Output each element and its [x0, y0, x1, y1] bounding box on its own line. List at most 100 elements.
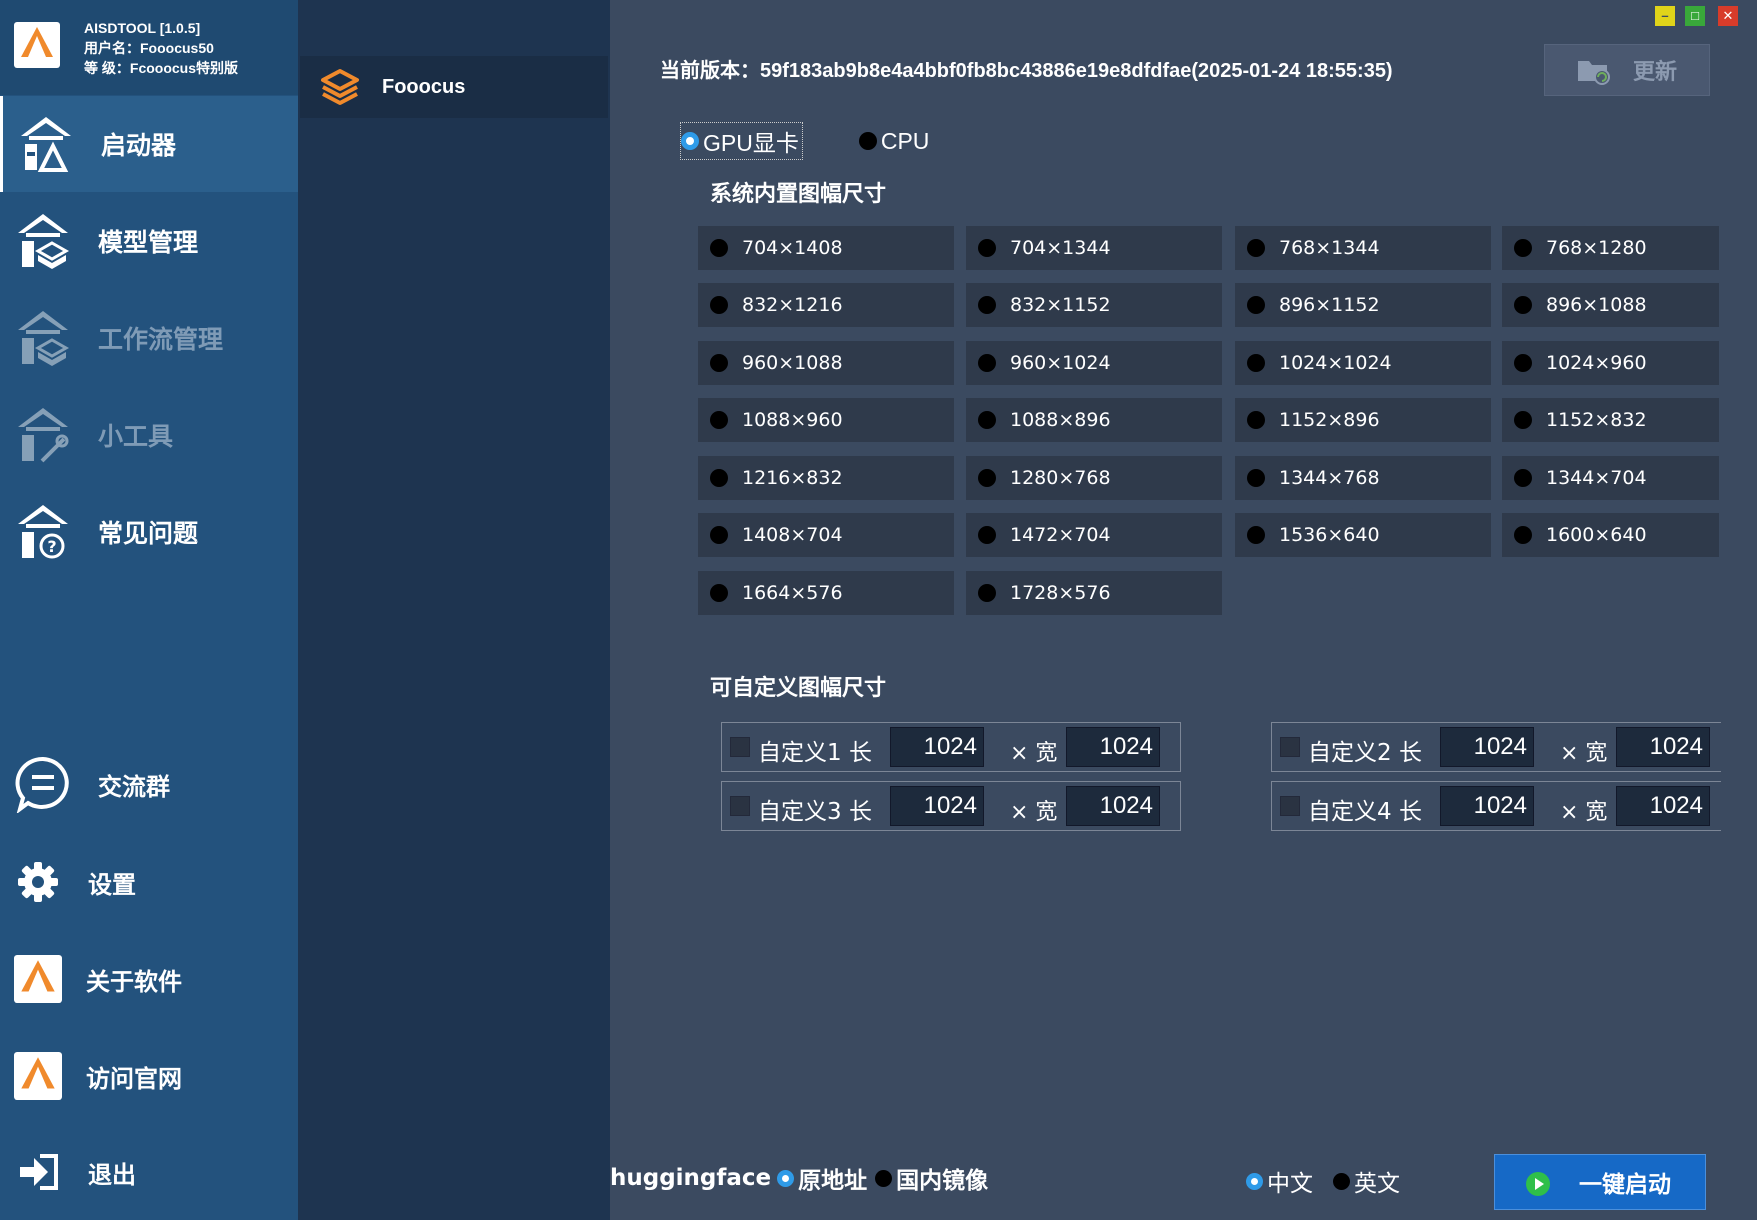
chinese-radio[interactable]: 中文	[1246, 1164, 1313, 1198]
radio-icon	[710, 584, 728, 602]
app-logo-icon	[14, 955, 62, 1003]
mirror-source-radio[interactable]: 国内镜像	[875, 1161, 988, 1195]
update-button[interactable]: 更新	[1544, 44, 1710, 96]
size-option-label: 1664×576	[742, 582, 843, 604]
length-input[interactable]: 1024	[1440, 727, 1534, 767]
size-option[interactable]: 704×1408	[698, 226, 954, 270]
size-option[interactable]: 896×1088	[1502, 283, 1719, 327]
size-option-label: 1344×704	[1546, 467, 1647, 489]
size-option[interactable]: 1600×640	[1502, 513, 1719, 557]
custom-size-3: 自定义3 长 1024 × 宽 1024	[721, 781, 1181, 831]
length-input[interactable]: 1024	[890, 727, 984, 767]
chat-icon	[15, 756, 69, 813]
custom-size-checkbox[interactable]	[1280, 737, 1300, 757]
radio-icon	[1514, 354, 1532, 372]
custom-size-checkbox[interactable]	[730, 737, 750, 757]
size-option[interactable]: 832×1152	[966, 283, 1222, 327]
size-option[interactable]: 1152×896	[1235, 398, 1491, 442]
size-option[interactable]: 832×1216	[698, 283, 954, 327]
cpu-radio[interactable]: CPU	[858, 128, 929, 155]
length-input[interactable]: 1024	[890, 786, 984, 826]
update-label: 更新	[1633, 59, 1678, 84]
size-option-label: 768×1344	[1279, 237, 1380, 259]
sidebar-item-label: 关于软件	[86, 967, 182, 996]
size-option[interactable]: 1344×768	[1235, 456, 1491, 500]
app-logo-icon	[14, 22, 60, 68]
size-option[interactable]: 1088×960	[698, 398, 954, 442]
custom-size-checkbox[interactable]	[1280, 796, 1300, 816]
radio-icon	[710, 354, 728, 372]
size-option[interactable]: 1280×768	[966, 456, 1222, 500]
radio-icon	[710, 239, 728, 257]
sidebar-item-label: 启动器	[101, 131, 177, 160]
sidebar-item-label: 工作流管理	[98, 325, 224, 354]
sidebar-item-settings[interactable]: 设置	[0, 842, 298, 922]
app-title: AISDTOOL [1.0.5]	[84, 20, 201, 36]
size-option-label: 1344×768	[1279, 467, 1380, 489]
sidebar-item-website[interactable]: 访问官网	[0, 1036, 298, 1116]
size-option[interactable]: 768×1280	[1502, 226, 1719, 270]
size-option[interactable]: 768×1344	[1235, 226, 1491, 270]
sidebar-item-model-manage[interactable]: 模型管理	[0, 193, 298, 289]
sidebar-item-tools[interactable]: 小工具	[0, 387, 298, 483]
sidebar: AISDTOOL [1.0.5] 用户名：Fooocus50 等 级：Fcooo…	[0, 0, 298, 1220]
width-input[interactable]: 1024	[1616, 786, 1710, 826]
size-option[interactable]: 1088×896	[966, 398, 1222, 442]
size-option[interactable]: 960×1024	[966, 341, 1222, 385]
app-item-fooocus[interactable]: Fooocus	[300, 56, 608, 118]
language-select: 中文 英文	[1246, 1164, 1400, 1198]
size-option[interactable]: 1216×832	[698, 456, 954, 500]
size-option[interactable]: 1536×640	[1235, 513, 1491, 557]
gpu-radio[interactable]: GPU显卡	[680, 122, 803, 160]
size-option[interactable]: 1024×1024	[1235, 341, 1491, 385]
custom-size-label: 自定义1 长	[758, 740, 872, 766]
maximize-button[interactable]: □	[1685, 6, 1705, 26]
size-option[interactable]: 896×1152	[1235, 283, 1491, 327]
size-option[interactable]: 1152×832	[1502, 398, 1719, 442]
english-radio[interactable]: 英文	[1333, 1164, 1400, 1198]
size-option[interactable]: 704×1344	[966, 226, 1222, 270]
sidebar-item-chat-group[interactable]: 交流群	[0, 744, 298, 824]
size-option[interactable]: 1472×704	[966, 513, 1222, 557]
width-input[interactable]: 1024	[1616, 727, 1710, 767]
size-option-label: 704×1408	[742, 237, 843, 259]
sidebar-item-workflow-manage[interactable]: 工作流管理	[0, 290, 298, 386]
size-option[interactable]: 1344×704	[1502, 456, 1719, 500]
radio-icon	[978, 411, 996, 429]
english-label: 英文	[1354, 1171, 1400, 1197]
custom-size-checkbox[interactable]	[730, 796, 750, 816]
radio-icon	[710, 469, 728, 487]
custom-size-label: 自定义2 长	[1308, 740, 1422, 766]
radio-icon	[1514, 239, 1532, 257]
size-option-label: 1600×640	[1546, 524, 1647, 546]
width-input[interactable]: 1024	[1066, 727, 1160, 767]
size-option-label: 1088×896	[1010, 409, 1111, 431]
sidebar-item-faq[interactable]: ? 常见问题	[0, 484, 298, 580]
size-option[interactable]: 960×1088	[698, 341, 954, 385]
app-list-panel: Fooocus	[298, 0, 610, 1220]
size-option-label: 1536×640	[1279, 524, 1380, 546]
sidebar-item-exit[interactable]: 退出	[0, 1132, 298, 1212]
size-option[interactable]: 1408×704	[698, 513, 954, 557]
original-source-radio[interactable]: 原地址	[777, 1161, 867, 1195]
sidebar-item-launcher[interactable]: 启动器	[0, 96, 298, 192]
close-button[interactable]: ✕	[1718, 6, 1738, 26]
sidebar-item-about[interactable]: 关于软件	[0, 939, 298, 1019]
launch-button[interactable]: 一键启动	[1494, 1154, 1706, 1210]
size-option[interactable]: 1664×576	[698, 571, 954, 615]
size-option-label: 1728×576	[1010, 582, 1111, 604]
sidebar-item-label: 访问官网	[86, 1064, 182, 1093]
radio-icon	[1333, 1172, 1350, 1190]
length-input[interactable]: 1024	[1440, 786, 1534, 826]
radio-icon	[1514, 296, 1532, 314]
minimize-button[interactable]: –	[1655, 6, 1675, 26]
custom-size-label: 自定义4 长	[1308, 799, 1422, 825]
radio-icon	[710, 296, 728, 314]
radio-icon	[978, 354, 996, 372]
launcher-icon	[21, 117, 71, 172]
size-option[interactable]: 1024×960	[1502, 341, 1719, 385]
size-option-label: 1024×960	[1546, 352, 1647, 374]
size-option[interactable]: 1728×576	[966, 571, 1222, 615]
level-text: 等 级：Fcooocus特别版	[84, 60, 239, 76]
width-input[interactable]: 1024	[1066, 786, 1160, 826]
